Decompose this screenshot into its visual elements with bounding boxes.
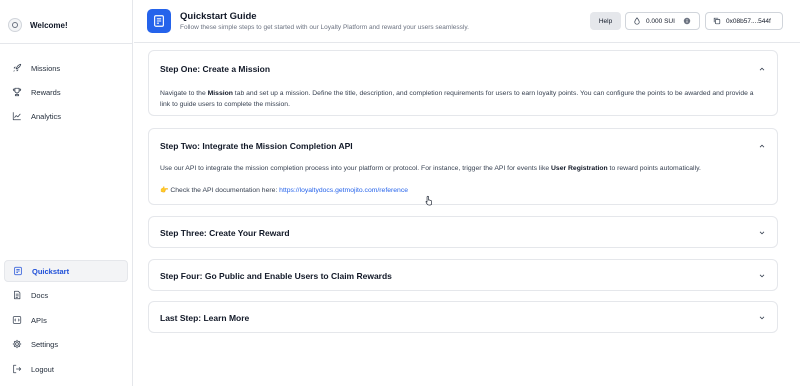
api-doc-line: 👉 Check the API documentation here: http… <box>160 185 765 196</box>
wallet-button[interactable]: 0x08b57....544f <box>705 12 783 30</box>
sidebar-item-quickstart[interactable]: Quickstart <box>4 260 128 282</box>
divider <box>0 43 133 44</box>
step-body: Navigate to the Mission tab and set up a… <box>160 88 765 110</box>
brand-name: Welcome! <box>30 20 68 30</box>
quickstart-guide-icon <box>147 9 171 33</box>
sidebar-item-label: Logout <box>31 364 54 374</box>
sidebar-item-apis[interactable]: APIs <box>4 309 128 331</box>
step-title[interactable]: Step Four: Go Public and Enable Users to… <box>160 271 392 281</box>
balance-badge[interactable]: 0.000 SUI <box>625 12 700 30</box>
sidebar-item-label: Analytics <box>31 111 62 121</box>
step-card-4[interactable]: Step Four: Go Public and Enable Users to… <box>148 259 778 291</box>
main-content: Step One: Create a Mission Navigate to t… <box>134 44 800 386</box>
sidebar-item-rewards[interactable]: Rewards <box>4 81 128 103</box>
step-body-bold: User Registration <box>551 165 608 172</box>
info-icon[interactable] <box>683 17 691 25</box>
hand-cursor-icon <box>425 195 432 206</box>
avatar <box>8 18 22 32</box>
chevron-up-icon[interactable] <box>758 65 766 73</box>
balance-value: 0.000 SUI <box>646 17 675 25</box>
api-doc-link[interactable]: https://loyaltydocs.getmojito.com/refere… <box>279 187 408 194</box>
page-subtitle: Follow these simple steps to get started… <box>180 24 469 31</box>
sidebar-item-logout[interactable]: Logout <box>4 358 128 380</box>
step-title[interactable]: Step One: Create a Mission <box>160 64 270 74</box>
step-card-2: Step Two: Integrate the Mission Completi… <box>148 128 778 205</box>
chevron-down-icon[interactable] <box>758 229 766 237</box>
sidebar-item-label: APIs <box>31 315 47 325</box>
page-title: Quickstart Guide <box>180 11 257 22</box>
wallet-address: 0x08b57....544f <box>726 17 771 25</box>
code-icon <box>12 316 22 324</box>
sidebar-item-label: Quickstart <box>32 266 70 276</box>
step-body-bold: Mission <box>207 90 233 97</box>
rocket-icon <box>13 63 22 72</box>
step-body-text: Use our API to integrate the mission com… <box>160 165 552 172</box>
document-icon <box>14 290 21 300</box>
sidebar-item-label: Docs <box>31 290 49 300</box>
droplet-icon <box>634 17 640 25</box>
sidebar-item-analytics[interactable]: Analytics <box>4 105 128 127</box>
chevron-down-icon[interactable] <box>758 314 766 322</box>
gear-icon <box>12 339 22 349</box>
chevron-up-icon[interactable] <box>758 142 766 150</box>
step-title[interactable]: Step Three: Create Your Reward <box>160 228 290 238</box>
step-title[interactable]: Last Step: Learn More <box>160 313 249 323</box>
step-body-text: tab and set up a mission. Define the tit… <box>160 90 754 108</box>
quickstart-icon <box>14 266 22 276</box>
logout-icon <box>13 364 22 374</box>
header: Quickstart Guide Follow these simple ste… <box>134 0 800 43</box>
sidebar-item-missions[interactable]: Missions <box>4 57 128 79</box>
copy-icon <box>713 17 721 25</box>
step-title[interactable]: Step Two: Integrate the Mission Completi… <box>160 141 353 151</box>
trophy-icon <box>12 87 22 97</box>
step-card-5[interactable]: Last Step: Learn More <box>148 301 778 333</box>
sidebar-item-label: Missions <box>31 63 61 73</box>
step-body-text: Navigate to the <box>160 90 208 97</box>
chart-line-icon <box>12 112 21 121</box>
sidebar-item-settings[interactable]: Settings <box>4 333 128 355</box>
brand[interactable]: Welcome! <box>8 14 68 36</box>
sidebar: Welcome! Missions Rewards Analytics Quic… <box>0 0 133 386</box>
help-button[interactable]: Help <box>590 12 621 30</box>
step-card-3[interactable]: Step Three: Create Your Reward <box>148 216 778 248</box>
step-card-1: Step One: Create a Mission Navigate to t… <box>148 50 778 116</box>
step-body-text: to reward points automatically. <box>607 165 701 172</box>
api-doc-label: 👉 Check the API documentation here: <box>160 187 280 194</box>
step-body: Use our API to integrate the mission com… <box>160 163 765 174</box>
sidebar-item-label: Settings <box>31 339 59 349</box>
sidebar-item-docs[interactable]: Docs <box>4 284 128 306</box>
sidebar-item-label: Rewards <box>31 87 61 97</box>
chevron-down-icon[interactable] <box>758 272 766 280</box>
